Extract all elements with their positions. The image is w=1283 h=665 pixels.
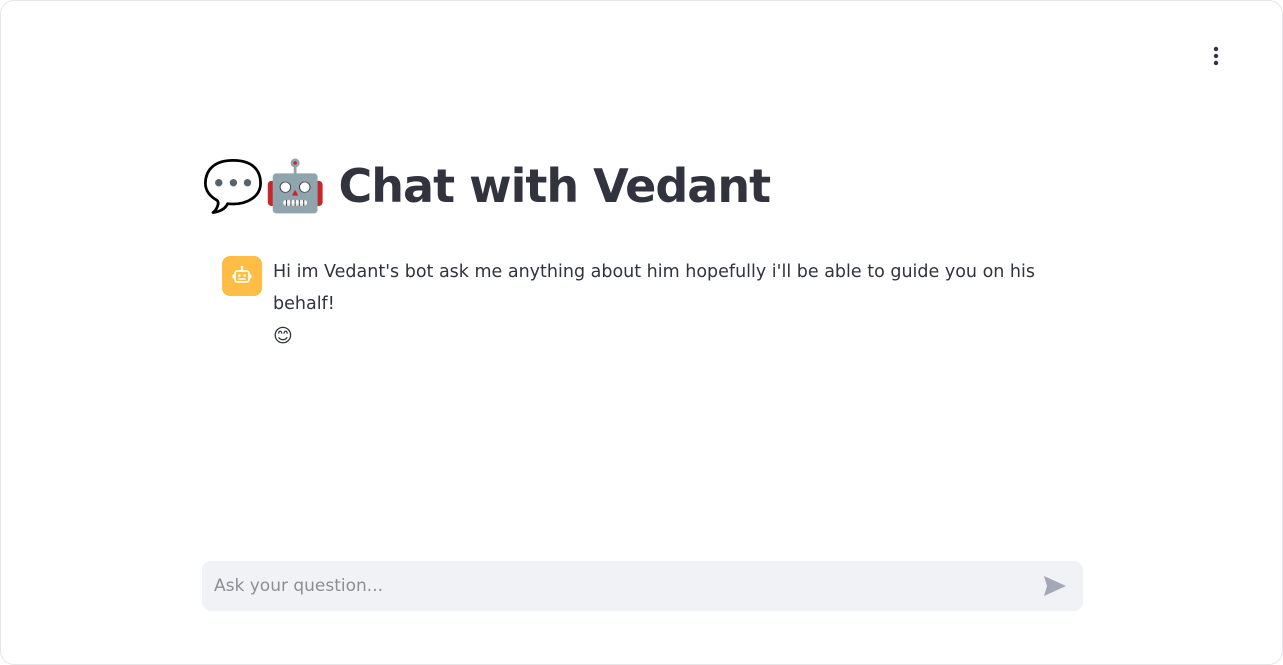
- page-title-text: Chat with Vedant: [338, 159, 772, 213]
- smiling-face-icon: 😊: [273, 325, 293, 347]
- send-button[interactable]: [1035, 566, 1075, 606]
- page-title: 💬🤖 Chat with Vedant: [202, 153, 772, 219]
- vertical-ellipsis-icon: [1213, 46, 1219, 66]
- chat-message-assistant: Hi im Vedant's bot ask me anything about…: [222, 256, 1092, 352]
- title-emoji-group: 💬🤖: [202, 161, 327, 211]
- chat-message-content: Hi im Vedant's bot ask me anything about…: [273, 256, 1092, 352]
- speech-bubble-icon: 💬: [202, 157, 265, 215]
- bot-avatar-icon: [222, 256, 262, 296]
- main-menu-button[interactable]: [1199, 39, 1233, 73]
- chat-message-text: Hi im Vedant's bot ask me anything about…: [273, 262, 1036, 314]
- chat-input-container: [202, 561, 1083, 611]
- send-arrow-icon: [1044, 576, 1066, 596]
- robot-face-icon: 🤖: [264, 157, 327, 215]
- app-window: 💬🤖 Chat with Vedant Hi im Vedant's bot a…: [0, 0, 1283, 665]
- chat-input-field[interactable]: [202, 561, 1035, 611]
- robot-avatar-glyph: [232, 265, 252, 283]
